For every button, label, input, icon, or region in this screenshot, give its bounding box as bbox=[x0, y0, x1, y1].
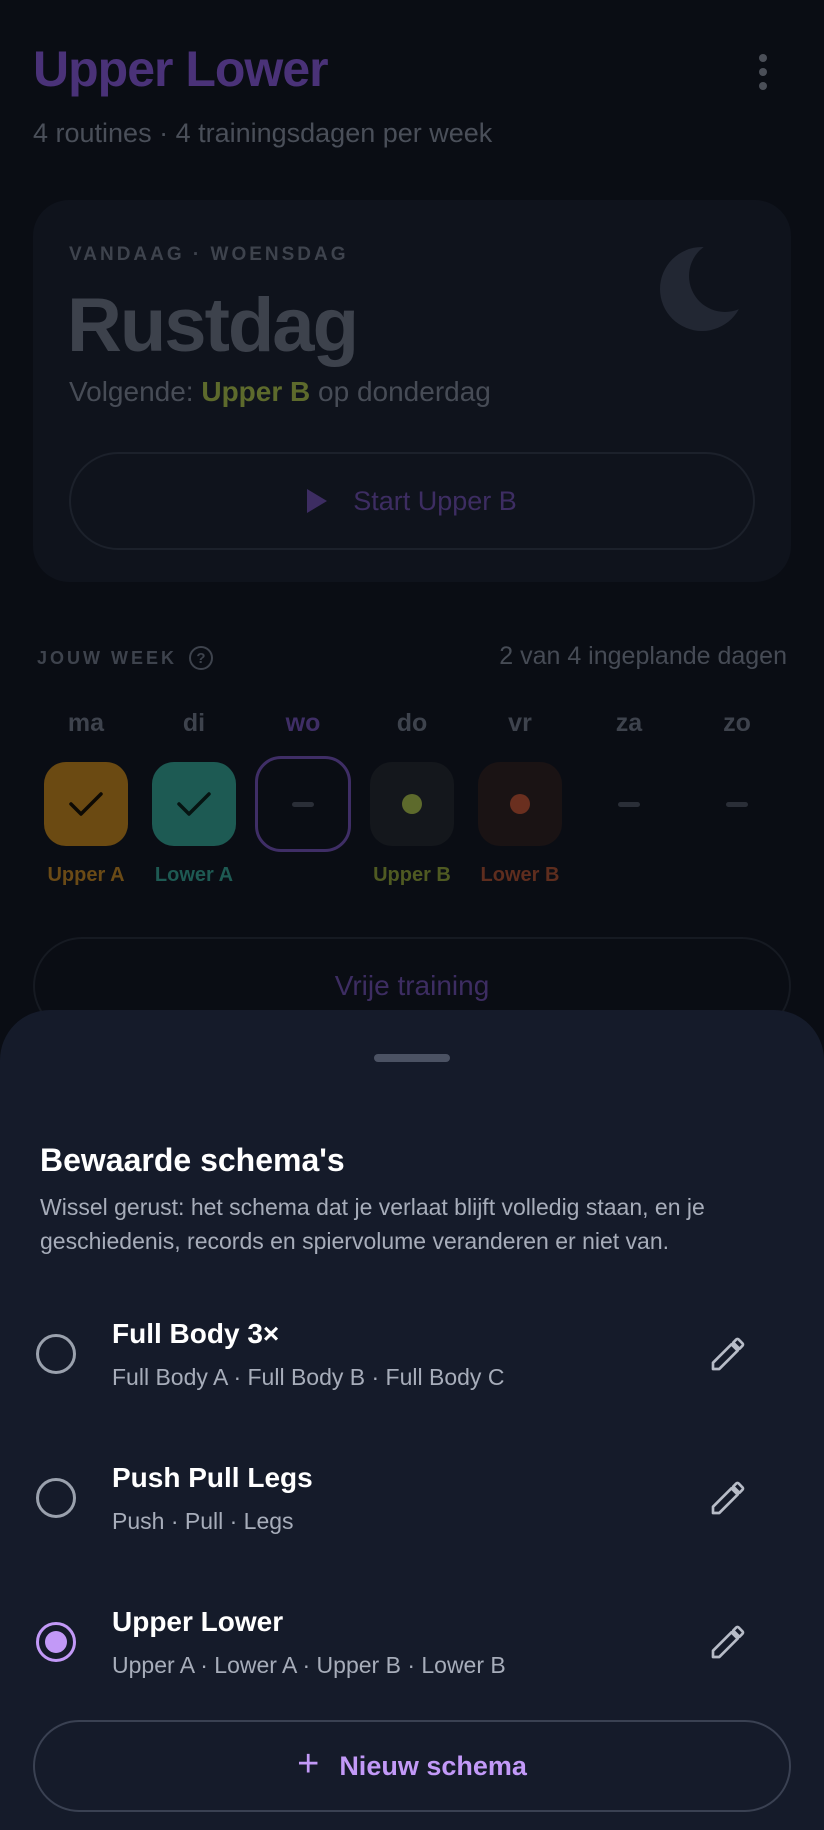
sheet-title: Bewaarde schema's bbox=[40, 1142, 345, 1178]
schema-row-upper-lower[interactable]: Upper Lower Upper A · Lower A · Upper B … bbox=[0, 1604, 824, 1724]
planned-dot bbox=[370, 762, 454, 846]
sheet-description: Wissel gerust: het schema dat je verlaat… bbox=[40, 1194, 705, 1254]
plus-icon: + bbox=[297, 1743, 320, 1785]
week-label-text: JOUW WEEK bbox=[37, 647, 178, 668]
rest-dash bbox=[292, 801, 314, 807]
new-schema-button[interactable]: + Nieuw schema bbox=[33, 1720, 791, 1812]
saved-schemas-sheet: Bewaarde schema's Wissel gerust: het sch… bbox=[0, 1010, 824, 1830]
day-zo[interactable]: zo bbox=[687, 700, 787, 890]
day-routine-label: Upper A bbox=[47, 864, 125, 886]
next-routine: Upper B bbox=[201, 376, 311, 407]
day-name: vr bbox=[508, 709, 532, 737]
day-za[interactable]: za bbox=[579, 700, 679, 890]
schema-routines: Full Body A · Full Body B · Full Body C bbox=[112, 1364, 505, 1390]
schema-routines: Upper A · Lower A · Upper B · Lower B bbox=[112, 1652, 506, 1678]
day-name: wo bbox=[285, 709, 321, 737]
schema-row-full-body[interactable]: Full Body 3× Full Body A · Full Body B ·… bbox=[0, 1316, 824, 1436]
day-routine-label: Lower B bbox=[480, 864, 560, 886]
schema-routines: Push · Pull · Legs bbox=[112, 1508, 294, 1534]
sheet-drag-handle[interactable] bbox=[374, 1054, 450, 1062]
day-routine-label bbox=[579, 864, 679, 890]
pencil-icon[interactable] bbox=[700, 1326, 756, 1382]
rest-dash bbox=[695, 762, 779, 846]
day-name: di bbox=[182, 709, 206, 737]
check-icon bbox=[44, 762, 128, 846]
planned-dot bbox=[478, 762, 562, 846]
today-title: Rustdag bbox=[67, 283, 359, 368]
radio-button[interactable] bbox=[36, 1334, 76, 1374]
schema-row-push-pull-legs[interactable]: Push Pull Legs Push · Pull · Legs bbox=[0, 1460, 824, 1580]
week-label: JOUW WEEK ? bbox=[37, 646, 214, 670]
play-icon bbox=[307, 489, 328, 513]
start-workout-button[interactable]: Start Upper B bbox=[69, 452, 755, 550]
day-name: ma bbox=[67, 709, 105, 737]
new-schema-label: Nieuw schema bbox=[339, 1750, 527, 1781]
more-vertical-icon[interactable] bbox=[750, 50, 776, 94]
next-suffix: op donderdag bbox=[310, 376, 491, 407]
today-marker bbox=[255, 756, 351, 852]
schema-name: Push Pull Legs bbox=[112, 1462, 313, 1493]
day-di[interactable]: di Lower A bbox=[144, 700, 244, 890]
page-subtitle: 4 routines · 4 trainingsdagen per week bbox=[33, 118, 493, 148]
today-next: Volgende: Upper B op donderdag bbox=[69, 376, 491, 408]
next-prefix: Volgende: bbox=[69, 376, 202, 407]
radio-button[interactable] bbox=[36, 1478, 76, 1518]
start-button-label: Start Upper B bbox=[353, 485, 517, 516]
day-wo[interactable]: wo bbox=[253, 700, 353, 890]
day-name: zo bbox=[723, 709, 751, 737]
day-routine-label bbox=[687, 864, 787, 890]
day-do[interactable]: do Upper B bbox=[362, 700, 462, 890]
day-name: za bbox=[615, 709, 643, 737]
help-icon[interactable]: ? bbox=[189, 646, 214, 670]
day-name: do bbox=[396, 709, 428, 737]
moon-icon bbox=[660, 247, 744, 331]
today-eyebrow: VANDAAG · WOENSDAG bbox=[69, 244, 349, 265]
page-title: Upper Lower bbox=[33, 41, 329, 97]
day-routine-label: Lower A bbox=[154, 864, 234, 886]
week-progress: 2 van 4 ingeplande dagen bbox=[499, 642, 787, 670]
schema-name: Full Body 3× bbox=[112, 1318, 280, 1349]
pencil-icon[interactable] bbox=[700, 1614, 756, 1670]
day-routine-label bbox=[253, 864, 353, 890]
day-vr[interactable]: vr Lower B bbox=[470, 700, 570, 890]
pencil-icon[interactable] bbox=[700, 1470, 756, 1526]
rest-dash bbox=[587, 762, 671, 846]
radio-button-selected[interactable] bbox=[36, 1622, 76, 1662]
check-icon bbox=[152, 762, 236, 846]
schema-name: Upper Lower bbox=[112, 1606, 284, 1637]
day-ma[interactable]: ma Upper A bbox=[36, 700, 136, 890]
today-card: VANDAAG · WOENSDAG Rustdag Volgende: Upp… bbox=[33, 200, 791, 582]
day-routine-label: Upper B bbox=[373, 864, 451, 886]
